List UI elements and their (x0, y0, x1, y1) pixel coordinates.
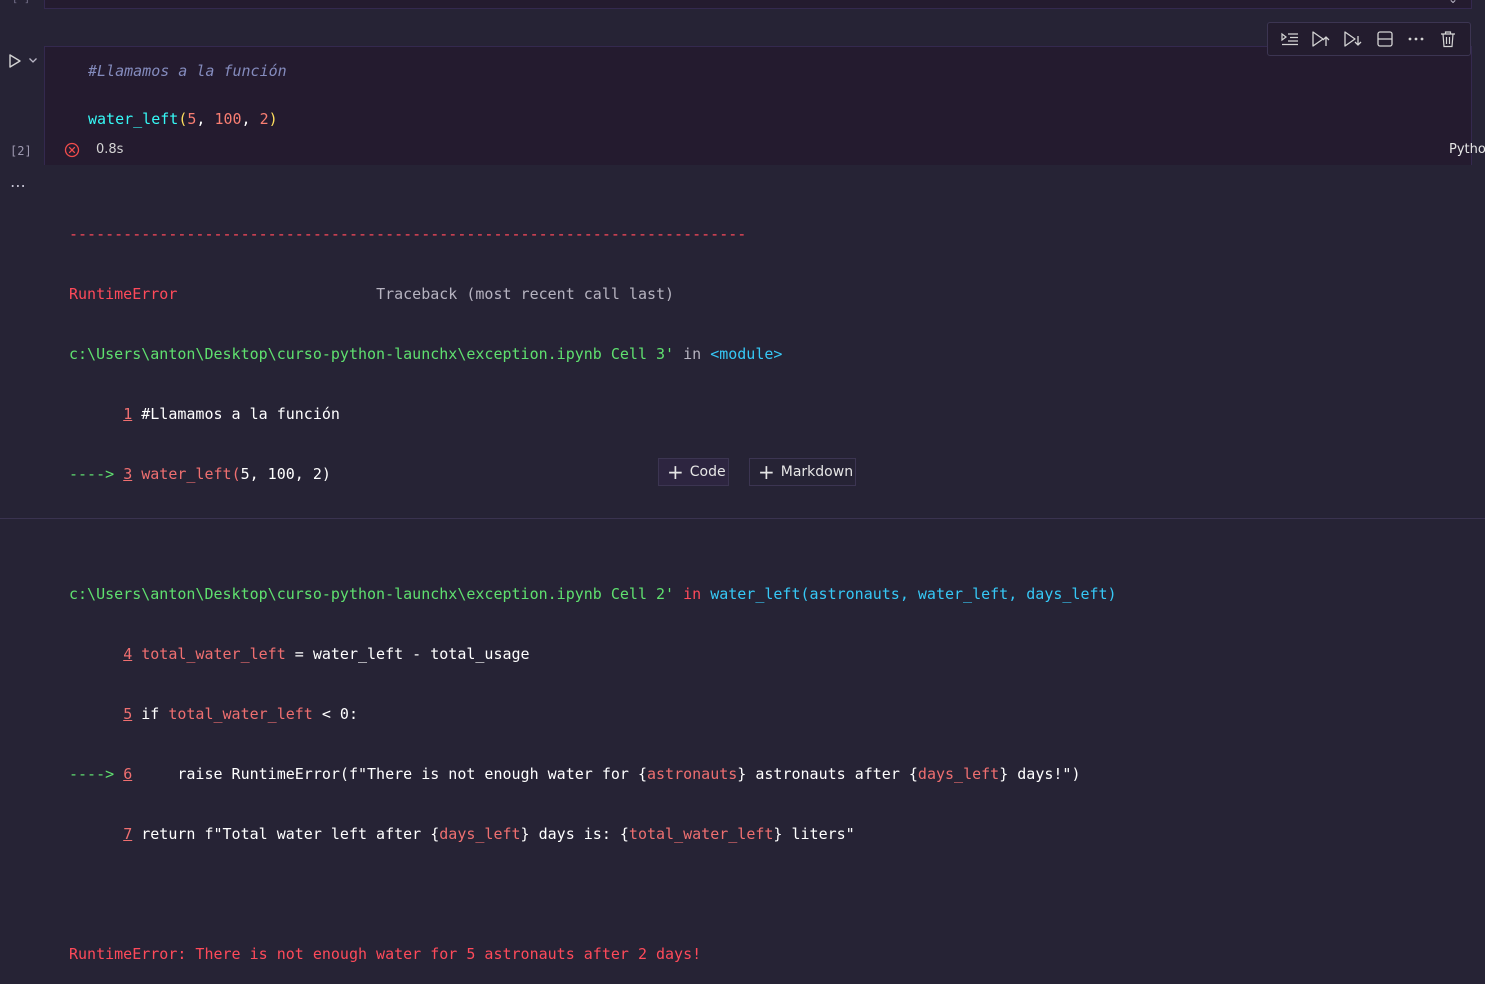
output-more-icon[interactable]: ⋯ (10, 176, 27, 195)
line-number-link[interactable]: 5 (123, 705, 132, 723)
code-sep-1: , (196, 110, 215, 128)
run-by-line-button[interactable] (1278, 27, 1302, 51)
split-cell-icon (1377, 31, 1393, 47)
frame2-line7-a: return f"Total water left after { (132, 825, 440, 843)
ellipsis-icon (1409, 37, 1424, 41)
kernel-language-picker[interactable]: Python (1449, 142, 1485, 157)
code-arg-3: 2 (259, 110, 269, 128)
add-code-label: Code (689, 464, 726, 480)
code-close-paren: ) (268, 110, 278, 128)
error-name: RuntimeError (69, 285, 178, 303)
frame1-line1: 1 #Llamamos a la función (69, 404, 1117, 424)
frame2-fn: water_left(astronauts, water_left, days_… (710, 585, 1117, 603)
code-line-comment[interactable]: #Llamamos a la función (88, 62, 287, 80)
execute-below-icon (1344, 31, 1362, 47)
add-markdown-label: Markdown (780, 464, 854, 480)
play-icon (9, 54, 21, 68)
trash-icon (1441, 31, 1456, 48)
code-open-paren: ( (178, 110, 188, 128)
cell-toolbar (1267, 22, 1471, 56)
plus-icon: + (667, 460, 684, 484)
cell-output: ----------------------------------------… (69, 184, 1117, 984)
frame2-line5-rest: < 0: (312, 705, 358, 723)
traceback-header: RuntimeError Traceback (most recent call… (69, 284, 1117, 304)
frame2-path[interactable]: c:\Users\anton\Desktop\curso-python-laun… (69, 585, 674, 603)
frame2-line7-v2: total_water_left (628, 825, 774, 843)
frame2-in: in (674, 585, 711, 603)
frame2-header: c:\Users\anton\Desktop\curso-python-laun… (69, 584, 1117, 604)
run-by-line-icon (1281, 32, 1298, 46)
traceback-label: Traceback (most recent call last) (376, 285, 675, 303)
frame1-module: <module> (710, 345, 783, 363)
frame2-line7-v1: days_left (439, 825, 521, 843)
code-fn-name: water_left (88, 110, 179, 128)
run-cell-button[interactable] (4, 50, 26, 72)
line-number-link[interactable]: 6 (123, 765, 132, 783)
frame2-line7-b: } days is: { (520, 825, 629, 843)
frame2-line5-if: if (132, 705, 169, 723)
previous-exec-count: [ ] (12, 0, 30, 5)
frame1-open: ( (231, 465, 241, 483)
error-status-icon (64, 142, 80, 158)
frame2-line4: 4 total_water_left = water_left - total_… (69, 644, 1117, 664)
frame1-line1-text: #Llamamos a la función (132, 405, 340, 423)
frame2-line5: 5 if total_water_left < 0: (69, 704, 1117, 724)
frame2-line7: 7 return f"Total water left after {days_… (69, 824, 1117, 844)
frame2-line4-var: total_water_left (141, 645, 286, 663)
code-arg-2: 100 (214, 110, 242, 128)
frame1-args: 5, 100, 2 (240, 465, 322, 483)
frame2-line6: ----> 6 raise RuntimeError(f"There is no… (69, 764, 1117, 784)
previous-cell[interactable] (44, 0, 1472, 9)
line-number-link[interactable]: 7 (123, 825, 132, 843)
run-options-button[interactable] (26, 52, 40, 68)
code-sep-2: , (241, 110, 260, 128)
frame1-close: ) (321, 465, 331, 483)
frame2-line6-v1: astronauts (646, 765, 738, 783)
code-line-call[interactable]: water_left(5, 100, 2) (88, 110, 278, 128)
chevron-down-icon[interactable]: ⌄ (1448, 0, 1458, 6)
line-number-link[interactable]: 3 (123, 465, 132, 483)
line-number-link[interactable]: 4 (123, 645, 132, 663)
line-number-link[interactable]: 1 (123, 405, 132, 423)
plus-icon: + (758, 460, 775, 484)
execution-count: [2] (10, 144, 32, 158)
execute-below-button[interactable] (1341, 27, 1365, 51)
frame1-path[interactable]: c:\Users\anton\Desktop\curso-python-laun… (69, 345, 674, 363)
frame2-line5-var: total_water_left (168, 705, 313, 723)
execute-above-icon (1312, 31, 1330, 47)
delete-cell-button[interactable] (1436, 27, 1460, 51)
frame2-line7-c: } liters" (773, 825, 855, 843)
current-line-arrow: ----> (69, 765, 124, 783)
more-actions-button[interactable] (1404, 27, 1428, 51)
add-code-cell-button[interactable]: + Code (658, 458, 729, 486)
chevron-down-icon (29, 58, 37, 63)
frame2-line6-v2: days_left (917, 765, 1000, 783)
frame1-in: in (674, 345, 711, 363)
frame2-line6-a: raise RuntimeError(f"There is not enough… (132, 765, 647, 783)
current-line-arrow: ----> (69, 465, 124, 483)
divider (0, 518, 1485, 519)
final-error-message: RuntimeError: There is not enough water … (69, 945, 702, 963)
frame1-fn: water_left (141, 465, 232, 483)
split-cell-button[interactable] (1373, 27, 1397, 51)
frame2-line6-c: } days!") (999, 765, 1081, 783)
add-markdown-cell-button[interactable]: + Markdown (749, 458, 856, 486)
frame2-line4-rest: = water_left - total_usage (285, 645, 530, 663)
frame1-line3: ----> 3 water_left(5, 100, 2) (69, 464, 1117, 484)
frame1-header: c:\Users\anton\Desktop\curso-python-laun… (69, 344, 1117, 364)
traceback-separator: ----------------------------------------… (69, 225, 747, 243)
execute-above-button[interactable] (1309, 27, 1333, 51)
execution-duration: 0.8s (96, 142, 124, 157)
frame2-line6-b: } astronauts after { (737, 765, 918, 783)
